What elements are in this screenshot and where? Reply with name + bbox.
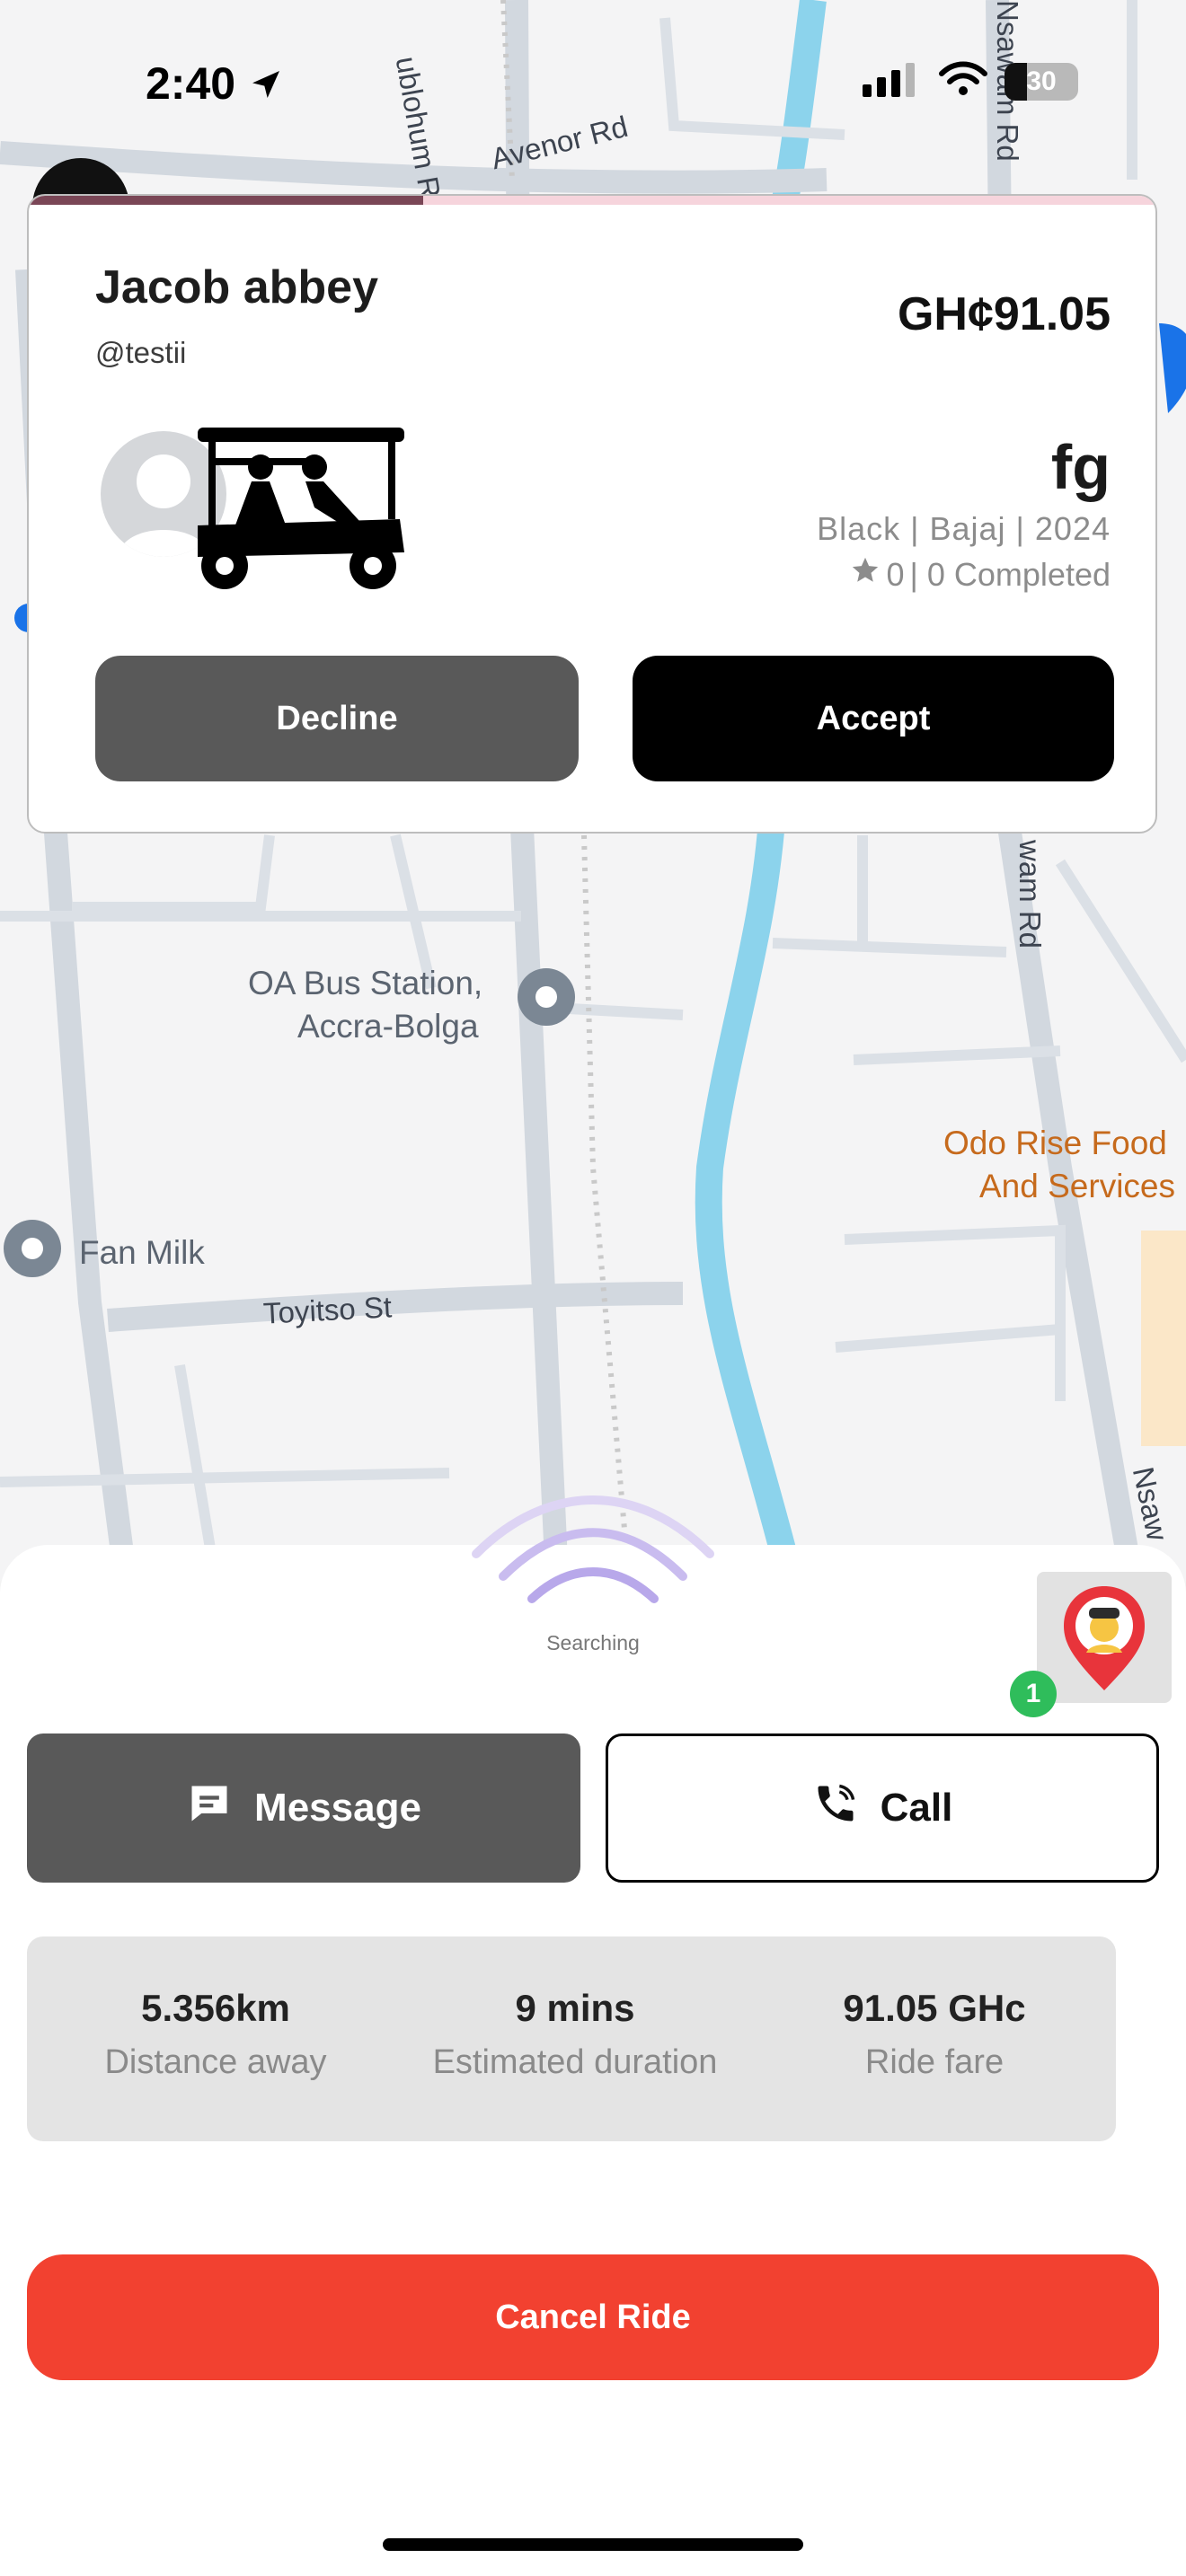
stat-distance: 5.356km Distance away: [104, 1987, 327, 2081]
accept-button[interactable]: Accept: [633, 656, 1114, 781]
battery-icon: 30: [1005, 62, 1078, 101]
searching-label: Searching: [546, 1631, 640, 1654]
driver-pin-icon: [1064, 1586, 1145, 1690]
road-label: Toyitso St: [262, 1290, 393, 1330]
decline-button[interactable]: Decline: [95, 656, 579, 781]
cancel-ride-button[interactable]: Cancel Ride: [27, 2254, 1159, 2380]
completed-count: | 0 Completed: [909, 555, 1111, 593]
phone-icon: [812, 1780, 859, 1837]
searching-waves-icon: [467, 1473, 719, 1630]
tuk-tuk-icon: [180, 422, 422, 597]
home-indicator[interactable]: [383, 2538, 803, 2551]
status-time: 2:40: [146, 57, 284, 113]
request-timer-track: [29, 196, 1155, 205]
poi-label: Odo Rise Food: [943, 1125, 1167, 1161]
cellular-signal-icon: [863, 61, 922, 101]
poi-pin-bus-station: [518, 968, 575, 1026]
rider-name: Jacob abbey: [95, 261, 379, 313]
stat-duration: 9 mins Estimated duration: [432, 1987, 718, 2081]
location-arrow-icon: [248, 61, 284, 113]
road-label: wam Rd: [1013, 840, 1047, 949]
rider-handle: @testii: [95, 336, 187, 369]
poi-pin-fan-milk: [4, 1220, 61, 1277]
vehicle-plate: fg: [1050, 432, 1111, 502]
notification-badge: 1: [1010, 1671, 1057, 1717]
message-button[interactable]: Message: [27, 1734, 580, 1883]
status-icons: 30: [863, 61, 1078, 101]
ride-bottom-sheet: Searching 1 Message Call 5.356km Distanc…: [0, 1495, 1186, 2576]
driver-marker-button[interactable]: [1037, 1572, 1172, 1703]
poi-label: Fan Milk: [79, 1234, 205, 1271]
call-button[interactable]: Call: [606, 1734, 1159, 1883]
driver-stats: 0 | 0 Completed: [850, 555, 1111, 594]
request-timer-bar: [29, 196, 423, 205]
poi-label: And Services: [979, 1168, 1175, 1204]
chat-icon: [186, 1780, 233, 1837]
trip-stats-panel: 5.356km Distance away 9 mins Estimated d…: [27, 1936, 1116, 2141]
rating-value: 0: [886, 555, 905, 593]
wifi-icon: [938, 61, 988, 101]
stat-fare: 91.05 GHc Ride fare: [843, 1987, 1026, 2081]
battery-fill: [1005, 62, 1027, 101]
poi-label: Accra-Bolga: [297, 1008, 479, 1045]
ride-fare: GH¢91.05: [897, 288, 1111, 340]
star-icon: [850, 555, 881, 594]
poi-label: OA Bus Station,: [248, 965, 483, 1001]
vehicle-details: Black | Bajaj | 2024: [817, 510, 1111, 547]
ride-request-card: Jacob abbey @testii GH¢91.05 fg Black | …: [27, 194, 1157, 834]
